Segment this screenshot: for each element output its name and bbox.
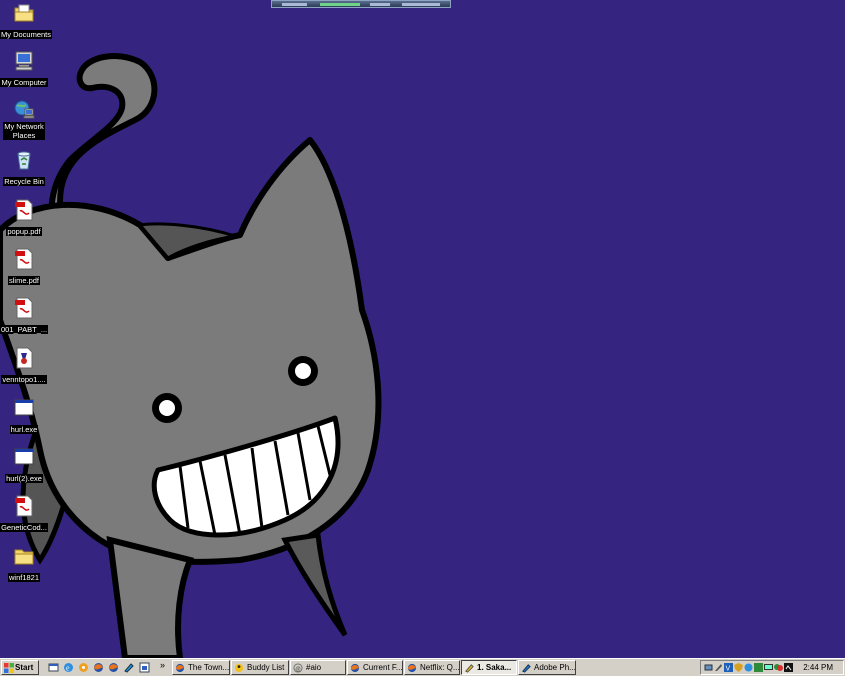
network-tray-icon[interactable] (704, 663, 713, 672)
antivirus-tray-icon[interactable]: V (724, 663, 733, 672)
desktop-icon-label: My Computer (0, 78, 48, 87)
task-button-netflix[interactable]: Netflix: Q... (404, 660, 460, 675)
desktop-icon-pabt-pdf[interactable]: 001_PABT_... (0, 297, 49, 337)
desktop-icon-label: winf1821 (7, 573, 41, 582)
chat-icon: @ (293, 663, 303, 673)
cat-wallpaper (0, 53, 382, 658)
firefox-icon[interactable] (108, 662, 119, 673)
desktop-icon-slime-pdf[interactable]: slime.pdf (0, 248, 48, 288)
my-documents-folder-icon (14, 4, 34, 22)
app-tray-icon[interactable] (784, 663, 793, 672)
app-file-icon (16, 347, 33, 369)
desktop-icon-my-computer[interactable]: My Computer (0, 50, 48, 90)
desktop-icon-popup-pdf[interactable]: popup.pdf (0, 199, 48, 239)
pdf-file-icon (15, 297, 33, 319)
desktop-icon-label: My Network Places (3, 122, 45, 140)
desktop-icon-network-places[interactable]: My Network Places (0, 99, 48, 143)
pdf-file-icon (15, 495, 33, 517)
firefox-icon (407, 663, 417, 673)
desktop-icon-label: slime.pdf (7, 276, 40, 285)
show-desktop-icon[interactable] (48, 662, 59, 673)
taskbar: Start e » The Town... Buddy List @ #aio … (0, 658, 845, 676)
start-button[interactable]: Start (1, 660, 39, 675)
tool-tray-icon[interactable] (714, 663, 723, 672)
task-label: The Town... (188, 663, 230, 672)
svg-text:@: @ (295, 666, 301, 672)
media-icon[interactable] (78, 662, 89, 673)
aim-icon (234, 663, 244, 673)
exe-window-icon (14, 399, 34, 416)
svg-text:e: e (66, 664, 70, 673)
pdf-file-icon (15, 199, 33, 221)
desktop-icon-label: hurl.exe (9, 425, 39, 434)
exe-window-icon (14, 448, 34, 465)
desktop-icon-label: 001_PABT_... (0, 325, 49, 334)
pdf-file-icon (15, 248, 33, 270)
folder-icon (14, 549, 34, 565)
update-tray-icon[interactable] (744, 663, 753, 672)
ie-icon[interactable]: e (63, 662, 74, 673)
svg-text:V: V (726, 666, 731, 673)
task-button-adobe-photoshop[interactable]: Adobe Ph... (518, 660, 576, 675)
system-tray: V 2:44 PM (700, 660, 844, 675)
desktop-icon-label: My Documents (0, 30, 53, 39)
desktop-icon-label: venntopo1.... (1, 375, 47, 384)
desktop-icon-venntopo[interactable]: venntopo1.... (0, 347, 48, 387)
desktop[interactable]: My Documents My Computer My Network Plac… (0, 0, 845, 658)
desktop-icon-label: GeneticCod... (0, 523, 48, 532)
desktop-icon-my-documents[interactable]: My Documents (0, 2, 53, 42)
start-label: Start (15, 663, 34, 672)
task-label: 1. Saka... (477, 663, 512, 672)
shield-tray-icon[interactable] (734, 663, 743, 672)
task-button-buddy-list[interactable]: Buddy List (231, 660, 289, 675)
desktop-icon-hurl2-exe[interactable]: hurl(2).exe (0, 446, 48, 486)
recycle-bin-icon (17, 151, 31, 170)
desktop-icon-winf1821[interactable]: winf1821 (0, 545, 48, 585)
desktop-icon-genetic-code[interactable]: GeneticCod... (0, 495, 48, 535)
desktop-icon-label: popup.pdf (6, 227, 42, 236)
my-computer-icon (15, 51, 33, 71)
windows-flag-icon (4, 663, 14, 673)
window-icon[interactable] (139, 662, 150, 673)
network-places-icon (14, 100, 35, 119)
task-label: Netflix: Q... (420, 663, 460, 672)
pencil-icon (465, 664, 474, 673)
green-tray-icon[interactable] (754, 663, 763, 672)
desktop-icon-label: Recycle Bin (3, 177, 45, 186)
task-button-the-town[interactable]: The Town... (172, 660, 230, 675)
clock[interactable]: 2:44 PM (803, 661, 833, 674)
task-label: Buddy List (247, 663, 285, 672)
photoshop-icon (522, 664, 531, 673)
quick-launch-overflow[interactable]: » (160, 659, 165, 672)
desktop-icon-label: hurl(2).exe (5, 474, 43, 483)
task-button-aio[interactable]: @ #aio (290, 660, 346, 675)
edit-icon[interactable] (123, 662, 134, 673)
top-status-bar[interactable] (271, 0, 451, 8)
desktop-icon-hurl-exe[interactable]: hurl.exe (0, 397, 48, 437)
task-label: #aio (306, 663, 322, 672)
display-tray-icon[interactable] (764, 663, 773, 672)
desktop-icon-recycle-bin[interactable]: Recycle Bin (0, 149, 48, 189)
task-button-current-f[interactable]: Current F... (347, 660, 403, 675)
firefox-icon[interactable] (93, 662, 104, 673)
task-button-saka[interactable]: 1. Saka... (461, 660, 517, 675)
firefox-icon (350, 663, 360, 673)
task-label: Current F... (363, 663, 403, 672)
firefox-icon (175, 663, 185, 673)
task-label: Adobe Ph... (534, 663, 576, 672)
messenger-tray-icon[interactable] (774, 663, 783, 672)
